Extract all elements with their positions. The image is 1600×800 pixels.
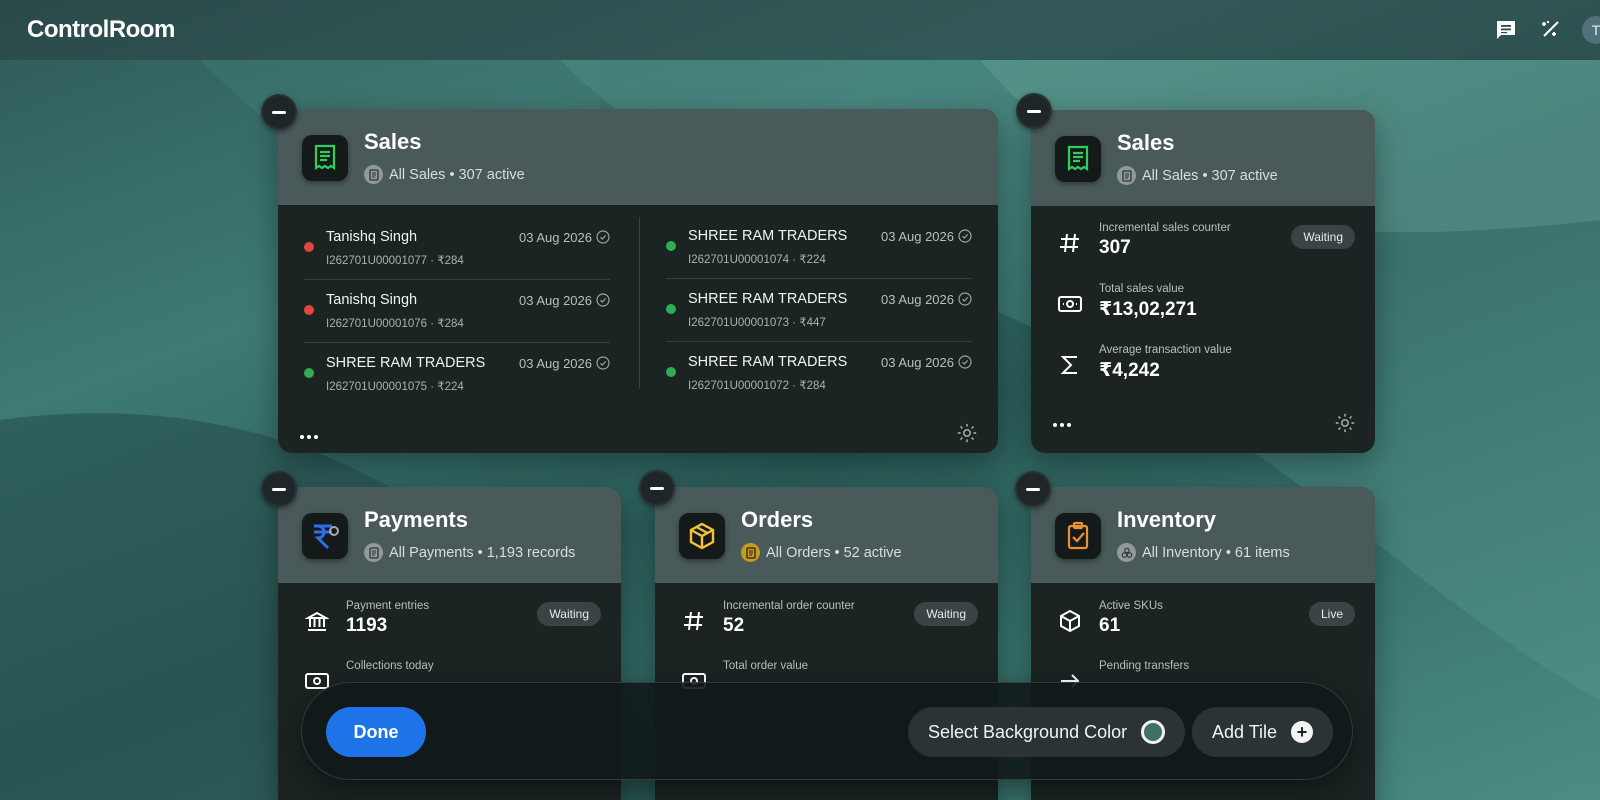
check-circle-icon [596, 230, 610, 244]
hash-icon [679, 606, 709, 636]
magic-icon[interactable] [1538, 18, 1562, 42]
tile-header: Sales All Sales • 307 active [278, 109, 998, 205]
color-swatch [1141, 720, 1166, 744]
status-badge: Waiting [537, 602, 601, 626]
gear-icon[interactable] [956, 422, 978, 444]
status-badge: Waiting [1291, 225, 1355, 249]
status-dot [304, 368, 314, 378]
plus-icon: + [1291, 721, 1314, 743]
transaction-row[interactable]: SHREE RAM TRADERS I262701U00001073 · ₹44… [666, 279, 972, 342]
status-badge: Waiting [914, 602, 978, 626]
remove-tile-button[interactable] [1016, 93, 1052, 129]
box-icon [1055, 606, 1085, 636]
chat-icon[interactable] [1494, 18, 1518, 42]
status-dot [666, 367, 676, 377]
rupee-payment-icon [302, 513, 348, 559]
remove-tile-button[interactable] [261, 94, 297, 130]
remove-tile-button[interactable] [261, 471, 297, 507]
remove-tile-button[interactable] [639, 470, 675, 506]
status-dot [304, 242, 314, 252]
remove-tile-button[interactable] [1015, 471, 1051, 507]
check-circle-icon [596, 356, 610, 370]
more-options-icon[interactable] [300, 435, 320, 441]
gear-icon[interactable] [1334, 412, 1356, 434]
transaction-row[interactable]: SHREE RAM TRADERS I262701U00001072 · ₹28… [666, 342, 972, 405]
tile-subtitle: All Sales • 307 active [364, 165, 525, 184]
add-tile-button[interactable]: Add Tile + [1192, 707, 1334, 757]
box-icon [679, 513, 725, 559]
sales-tile: Sales All Sales • 307 active Tanishq Sin… [278, 109, 998, 453]
check-circle-icon [958, 355, 972, 369]
status-dot [304, 305, 314, 315]
tile-subtitle: All Orders • 52 active [741, 543, 902, 562]
clipboard-check-icon [1055, 513, 1101, 559]
sales-summary-tile: Sales All Sales • 307 active Waiting Inc… [1031, 110, 1375, 453]
app-title: ControlRoom [27, 16, 175, 43]
check-circle-icon [958, 292, 972, 306]
check-circle-icon [596, 293, 610, 307]
transaction-list-right: SHREE RAM TRADERS I262701U00001074 · ₹22… [666, 216, 972, 405]
transaction-list-left: Tanishq Singh I262701U00001077 · ₹284 03… [304, 217, 610, 406]
column-divider [639, 217, 640, 389]
tile-title: Sales [1117, 130, 1175, 155]
status-dot [666, 241, 676, 251]
done-button[interactable]: Done [326, 707, 426, 757]
sigma-icon [1055, 350, 1085, 380]
status-badge: Live [1308, 602, 1355, 626]
status-dot [666, 304, 676, 314]
transaction-row[interactable]: SHREE RAM TRADERS I262701U00001075 · ₹22… [304, 343, 610, 406]
select-background-color-button[interactable]: Select Background Color [908, 707, 1186, 757]
transaction-row[interactable]: Tanishq Singh I262701U00001077 · ₹284 03… [304, 217, 610, 280]
avatar[interactable]: T [1582, 16, 1600, 44]
tile-title: Orders [741, 507, 814, 532]
top-bar: ControlRoom T [0, 0, 1600, 60]
tile-title: Inventory [1117, 507, 1217, 532]
tile-title: Sales [364, 129, 422, 154]
tile-subtitle: All Sales • 307 active [1117, 166, 1278, 185]
tile-subtitle: All Inventory • 61 items [1117, 543, 1290, 562]
document-icon [1117, 166, 1136, 185]
document-icon [364, 165, 383, 184]
cash-icon [1055, 289, 1085, 319]
check-circle-icon [958, 229, 972, 243]
transaction-row[interactable]: SHREE RAM TRADERS I262701U00001074 · ₹22… [666, 216, 972, 279]
receipt-icon [302, 135, 348, 181]
more-options-icon[interactable] [1053, 423, 1073, 429]
tile-title: Payments [364, 507, 468, 532]
receipt-icon [1055, 136, 1101, 182]
hash-icon [1055, 228, 1085, 258]
document-icon [741, 543, 760, 562]
tile-subtitle: All Payments • 1,193 records [364, 543, 575, 562]
cubes-icon [1117, 543, 1136, 562]
document-icon [364, 543, 383, 562]
transaction-row[interactable]: Tanishq Singh I262701U00001076 · ₹284 03… [304, 280, 610, 343]
edit-action-bar: Done Select Background Color Add Tile + [301, 682, 1353, 780]
bank-icon [302, 606, 332, 636]
